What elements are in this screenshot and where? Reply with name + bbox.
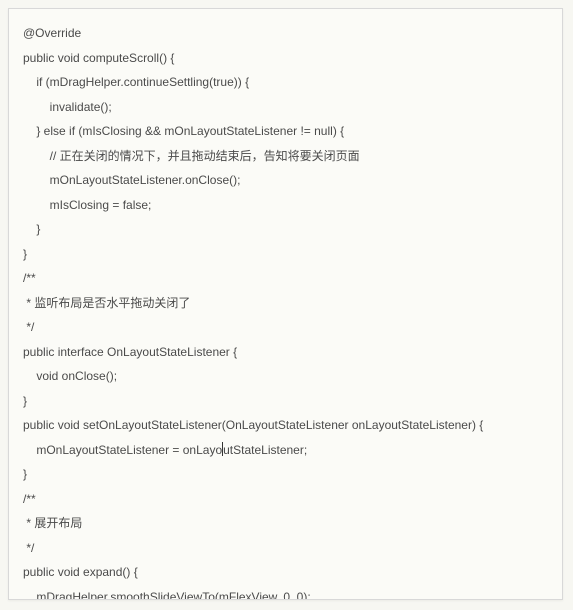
code-line: public interface OnLayoutStateListener { [23, 345, 237, 359]
code-line: } [23, 222, 40, 236]
code-line: utStateListener; [223, 443, 307, 457]
code-line: invalidate(); [23, 100, 112, 114]
code-line: /** [23, 492, 36, 506]
code-line: */ [23, 320, 34, 334]
code-line: @Override [23, 26, 81, 40]
code-line: } [23, 394, 27, 408]
code-snippet-box: @Override public void computeScroll() { … [8, 8, 563, 600]
code-line: public void expand() { [23, 565, 138, 579]
code-line: mIsClosing = false; [23, 198, 151, 212]
code-line: mDragHelper.smoothSlideViewTo(mFlexView,… [23, 590, 311, 601]
code-line: void onClose(); [23, 369, 117, 383]
code-line: } [23, 467, 27, 481]
code-line: * 展开布局 [23, 516, 82, 530]
code-line: // 正在关闭的情况下，并且拖动结束后，告知将要关闭页面 [23, 149, 360, 163]
code-line: /** [23, 271, 36, 285]
code-line: if (mDragHelper.continueSettling(true)) … [23, 75, 249, 89]
code-line: public void setOnLayoutStateListener(OnL… [23, 418, 483, 432]
code-line: } else if (mIsClosing && mOnLayoutStateL… [23, 124, 344, 138]
code-line: */ [23, 541, 34, 555]
code-line: mOnLayoutStateListener = onLayo [23, 443, 222, 457]
code-line: mOnLayoutStateListener.onClose(); [23, 173, 240, 187]
code-line: * 监听布局是否水平拖动关闭了 [23, 296, 190, 310]
code-line: public void computeScroll() { [23, 51, 174, 65]
code-line: } [23, 247, 27, 261]
